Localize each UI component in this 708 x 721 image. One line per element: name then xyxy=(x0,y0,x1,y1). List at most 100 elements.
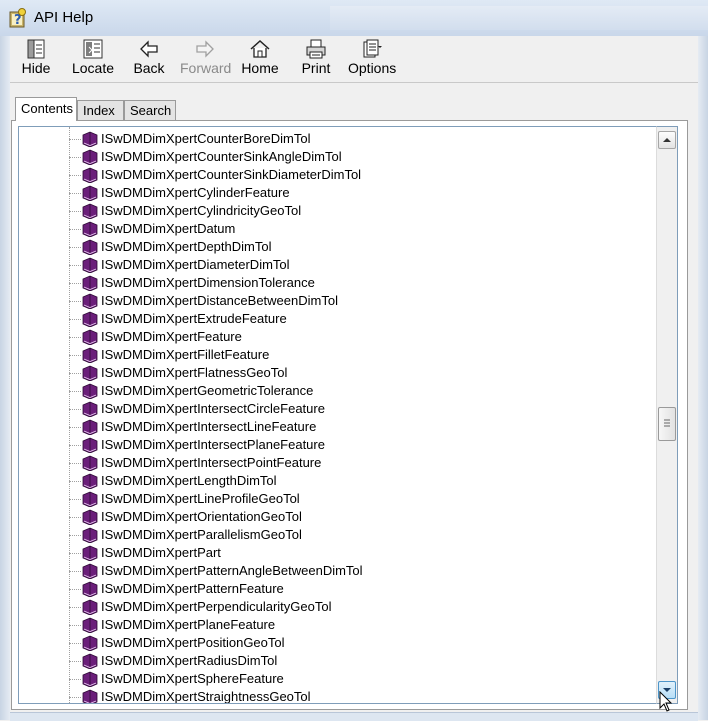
tab-contents-label: Contents xyxy=(21,101,74,116)
tree-item-label: ISwDMDimXpertPerpendicularityGeoTol xyxy=(101,599,332,614)
tree-item-label: ISwDMDimXpertFeature xyxy=(101,329,242,344)
tree-item-label: ISwDMDimXpertStraightnessGeoTol xyxy=(101,689,311,704)
locate-button[interactable]: Locate xyxy=(70,38,116,78)
book-icon xyxy=(82,167,98,183)
tree-item-label: ISwDMDimXpertPlaneFeature xyxy=(101,617,276,632)
home-button[interactable]: Home xyxy=(240,38,280,78)
tab-contents[interactable]: Contents xyxy=(15,97,77,121)
tree-connector xyxy=(69,607,81,608)
tree-connector xyxy=(69,643,81,644)
tree-item-label: ISwDMDimXpertOrientationGeoTol xyxy=(101,509,302,524)
tree-item-label: ISwDMDimXpertPatternFeature xyxy=(101,581,284,596)
title-bar-background xyxy=(330,6,708,30)
book-icon xyxy=(82,527,98,543)
tree-connector xyxy=(69,661,81,662)
toolbar-separator xyxy=(10,82,698,83)
book-icon xyxy=(82,311,98,327)
window-title: API Help xyxy=(34,9,94,26)
hide-icon xyxy=(27,39,45,59)
tree-connector xyxy=(69,553,81,554)
tree-connector xyxy=(69,697,81,698)
book-icon xyxy=(82,635,98,651)
tree-connector xyxy=(69,283,81,284)
book-icon xyxy=(82,239,98,255)
window-right-border xyxy=(698,36,708,720)
book-icon xyxy=(82,545,98,561)
tree-connector xyxy=(69,625,81,626)
toolbar: Hide Locate Back Forward Home Print Opti… xyxy=(10,36,698,80)
hide-button[interactable]: Hide xyxy=(18,38,54,78)
tree-connector xyxy=(69,175,81,176)
forward-button[interactable]: Forward xyxy=(180,38,232,78)
tab-search[interactable]: Search xyxy=(124,100,176,120)
grip-icon xyxy=(664,419,670,427)
tree-item-label: ISwDMDimXpertParallelismGeoTol xyxy=(101,527,302,542)
book-icon xyxy=(82,617,98,633)
home-icon xyxy=(250,39,270,58)
tree-connector xyxy=(69,373,81,374)
tree-connector xyxy=(69,571,81,572)
tree-connector xyxy=(69,589,81,590)
book-icon xyxy=(82,203,98,219)
book-icon xyxy=(82,671,98,687)
options-button[interactable]: Options xyxy=(348,38,396,78)
tree-item-label: ISwDMDimXpertFlatnessGeoTol xyxy=(101,365,288,380)
tree-item-label: ISwDMDimXpertPositionGeoTol xyxy=(101,635,285,650)
tree-item-label: ISwDMDimXpertCylinderFeature xyxy=(101,185,290,200)
tree-connector xyxy=(69,445,81,446)
tree-item-label: ISwDMDimXpertDistanceBetweenDimTol xyxy=(101,293,338,308)
book-icon xyxy=(82,329,98,345)
book-icon xyxy=(82,365,98,381)
back-button[interactable]: Back xyxy=(132,38,166,78)
tree-connector xyxy=(69,301,81,302)
locate-button-label: Locate xyxy=(71,60,115,76)
tree-item-label: ISwDMDimXpertCounterSinkDiameterDimTol xyxy=(101,167,362,182)
tree-connector xyxy=(69,517,81,518)
tree-connector xyxy=(69,427,81,428)
tree-connector-line xyxy=(69,127,70,703)
back-button-label: Back xyxy=(133,60,165,76)
vertical-scrollbar[interactable] xyxy=(656,126,678,704)
home-button-label: Home xyxy=(241,60,279,76)
tree-connector xyxy=(69,265,81,266)
scrollbar-thumb[interactable] xyxy=(658,407,676,441)
tab-index[interactable]: Index xyxy=(77,100,124,120)
book-icon xyxy=(82,563,98,579)
tree-item-label: ISwDMDimXpertIntersectPlaneFeature xyxy=(101,437,325,452)
book-icon xyxy=(82,257,98,273)
tree-connector xyxy=(69,535,81,536)
tree-item-label: ISwDMDimXpertPart xyxy=(101,545,221,560)
tree-item-label: ISwDMDimXpertCounterSinkAngleDimTol xyxy=(101,149,342,164)
tree-item-label: ISwDMDimXpertIntersectPointFeature xyxy=(101,455,322,470)
book-icon xyxy=(82,437,98,453)
scroll-up-button[interactable] xyxy=(658,131,676,149)
forward-button-label: Forward xyxy=(180,60,232,76)
tree-item-label: ISwDMDimXpertCounterBoreDimTol xyxy=(101,131,311,146)
book-icon xyxy=(82,401,98,417)
book-icon xyxy=(82,149,98,165)
printer-icon xyxy=(306,39,326,59)
title-bar: ? API Help xyxy=(0,0,708,37)
print-button-label: Print xyxy=(301,60,331,76)
book-icon xyxy=(82,419,98,435)
hide-button-label: Hide xyxy=(21,60,51,76)
help-app-icon: ? xyxy=(9,8,26,28)
tree-item-label: ISwDMDimXpertDimensionTolerance xyxy=(101,275,315,290)
book-icon xyxy=(82,221,98,237)
tree-connector xyxy=(69,229,81,230)
book-icon xyxy=(82,347,98,363)
contents-tree[interactable]: ISwDMDimXpertCounterBoreDimTol ISwDMDimXp… xyxy=(18,126,656,704)
book-icon xyxy=(82,185,98,201)
options-icon xyxy=(363,39,382,58)
options-button-label: Options xyxy=(348,60,397,76)
tree-item-label: ISwDMDimXpertSphereFeature xyxy=(101,671,284,686)
print-button[interactable]: Print xyxy=(300,38,332,78)
tree-item-label: ISwDMDimXpertLengthDimTol xyxy=(101,473,277,488)
book-icon xyxy=(82,293,98,309)
tree-item-label: ISwDMDimXpertDatum xyxy=(101,221,236,236)
tree-item-label: ISwDMDimXpertLineProfileGeoTol xyxy=(101,491,300,506)
tree-connector xyxy=(69,463,81,464)
tree-item-label: ISwDMDimXpertPatternAngleBetweenDimTol xyxy=(101,563,363,578)
tree-connector xyxy=(69,211,81,212)
locate-icon xyxy=(83,39,103,59)
